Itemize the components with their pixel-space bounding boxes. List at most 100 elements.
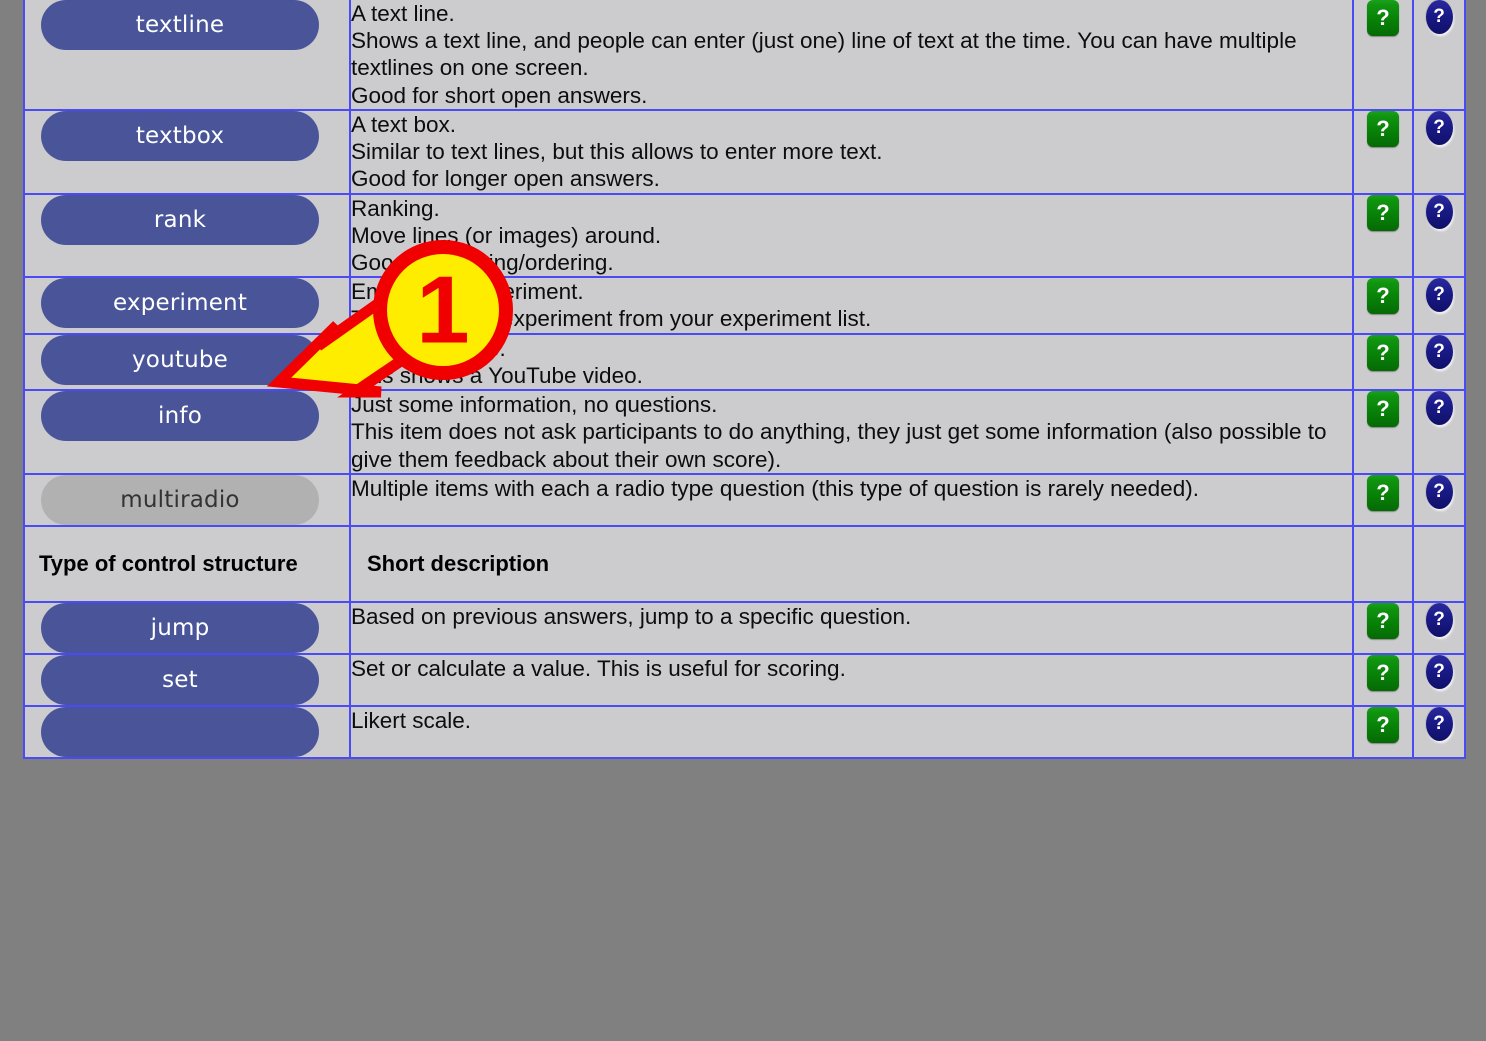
section-header-blue-cell (1412, 524, 1466, 603)
green-question-mark-icon[interactable]: ? (1367, 334, 1399, 371)
item-type-button-youtube[interactable]: youtube (41, 334, 319, 385)
description-line: A text line. (351, 1, 455, 26)
blue-question-mark-icon[interactable]: ? (1425, 194, 1453, 229)
control-type-button-likert[interactable] (41, 706, 319, 757)
section-header-spacer (1354, 527, 1412, 599)
help-cell-green-info: ? (1352, 389, 1414, 475)
help-cell-green-textbox: ? (1352, 108, 1414, 195)
section-header-row: Type of control structure Short descript… (23, 524, 1466, 603)
item-description-experiment: Embedded experiment. This shows an exper… (349, 276, 1354, 335)
help-cell-green-rank: ? (1352, 192, 1414, 279)
description-line: Based on previous answers, jump to a spe… (351, 603, 912, 629)
blue-question-mark-icon[interactable]: ? (1425, 110, 1453, 145)
help-cell-green-set: ? (1352, 652, 1414, 707)
table-row: jump Based on previous answers, jump to … (23, 600, 1466, 655)
green-question-mark-icon[interactable]: ? (1367, 706, 1399, 743)
item-type-button-experiment[interactable]: experiment (41, 278, 319, 329)
help-cell-blue-info: ? (1412, 389, 1466, 475)
item-description-rank: Ranking. Move lines (or images) around. … (349, 192, 1354, 279)
table-row: youtube YouTube video. This shows a YouT… (23, 332, 1466, 392)
blue-question-mark-icon[interactable]: ? (1425, 602, 1453, 637)
green-question-mark-icon[interactable]: ? (1367, 0, 1399, 36)
description-line: Good for short open answers. (351, 82, 648, 108)
help-cell-green-textline: ? (1352, 0, 1414, 111)
section-header-type-cell: Type of control structure (23, 524, 351, 603)
item-type-cell-multiradio: multiradio (23, 472, 351, 527)
section-header-spacer (1414, 527, 1464, 599)
help-cell-green-likert: ? (1352, 704, 1414, 759)
item-type-button-textbox[interactable]: textbox (41, 110, 319, 161)
table-row: set Set or calculate a value. This is us… (23, 652, 1466, 707)
item-type-button-multiradio[interactable]: multiradio (41, 474, 319, 525)
table-row: experiment Embedded experiment. This sho… (23, 276, 1466, 335)
item-type-cell-experiment: experiment (23, 276, 351, 335)
control-type-button-jump[interactable]: jump (41, 602, 319, 653)
description-line: YouTube video. (351, 335, 506, 361)
help-cell-blue-set: ? (1412, 652, 1466, 707)
item-description-info: Just some information, no questions. Thi… (349, 389, 1354, 475)
description-line: Just some information, no questions. (351, 392, 718, 418)
green-question-mark-icon[interactable]: ? (1367, 278, 1399, 315)
table-row: textbox A text box. Similar to text line… (23, 108, 1466, 195)
help-cell-blue-textline: ? (1412, 0, 1466, 111)
control-description-likert: Likert scale. (349, 704, 1354, 759)
section-header-description-cell: Short description (349, 524, 1354, 603)
green-question-mark-icon[interactable]: ? (1367, 391, 1399, 428)
blue-question-mark-icon[interactable]: ? (1425, 474, 1453, 509)
item-type-cell-textbox: textbox (23, 108, 351, 195)
table-row: textline A text line. Shows a text line,… (23, 0, 1466, 111)
item-type-reference-table: textline A text line. Shows a text line,… (23, 0, 1466, 759)
description-line: Good for ranking/ordering. (351, 249, 614, 275)
green-question-mark-icon[interactable]: ? (1367, 474, 1399, 511)
item-type-reference-table-wrapper: textline A text line. Shows a text line,… (23, 0, 1466, 759)
description-line: Embedded experiment. (351, 279, 584, 305)
item-description-youtube: YouTube video. This shows a YouTube vide… (349, 332, 1354, 392)
item-type-button-textline[interactable]: textline (41, 0, 319, 50)
help-cell-green-multiradio: ? (1352, 472, 1414, 527)
help-cell-green-jump: ? (1352, 600, 1414, 655)
item-type-button-info[interactable]: info (41, 391, 319, 442)
green-question-mark-icon[interactable]: ? (1367, 602, 1399, 639)
description-line: This item does not ask participants to d… (351, 419, 1327, 472)
green-question-mark-icon[interactable]: ? (1367, 194, 1399, 231)
description-line: Good for longer open answers. (351, 166, 660, 192)
item-type-button-rank[interactable]: rank (41, 194, 319, 245)
blue-question-mark-icon[interactable]: ? (1425, 706, 1453, 741)
blue-question-mark-icon[interactable]: ? (1425, 278, 1453, 313)
item-type-cell-info: info (23, 389, 351, 475)
green-question-mark-icon[interactable]: ? (1367, 110, 1399, 147)
blue-question-mark-icon[interactable]: ? (1425, 0, 1453, 34)
help-cell-blue-likert: ? (1412, 704, 1466, 759)
description-line: A text box. (351, 111, 457, 137)
table-row: multiradio Multiple items with each a ra… (23, 472, 1466, 527)
item-type-cell-textline: textline (23, 0, 351, 111)
description-line: Likert scale. (351, 707, 472, 733)
description-line: This shows an experiment from your exper… (351, 306, 872, 332)
help-cell-blue-experiment: ? (1412, 276, 1466, 335)
item-type-cell-rank: rank (23, 192, 351, 279)
help-cell-blue-jump: ? (1412, 600, 1466, 655)
column-header-description: Short description (367, 550, 550, 576)
control-description-set: Set or calculate a value. This is useful… (349, 652, 1354, 707)
description-line: Ranking. (351, 195, 440, 221)
control-type-cell-jump: jump (23, 600, 351, 655)
blue-question-mark-icon[interactable]: ? (1425, 391, 1453, 426)
page-surface: textline A text line. Shows a text line,… (0, 0, 1486, 1041)
help-cell-green-experiment: ? (1352, 276, 1414, 335)
item-description-textbox: A text box. Similar to text lines, but t… (349, 108, 1354, 195)
control-type-button-set[interactable]: set (41, 654, 319, 705)
control-description-jump: Based on previous answers, jump to a spe… (349, 600, 1354, 655)
description-line: Set or calculate a value. This is useful… (351, 655, 846, 681)
control-type-cell-likert (23, 704, 351, 759)
description-line: Similar to text lines, but this allows t… (351, 139, 883, 165)
help-cell-blue-youtube: ? (1412, 332, 1466, 392)
table-row: rank Ranking. Move lines (or images) aro… (23, 192, 1466, 279)
help-cell-green-youtube: ? (1352, 332, 1414, 392)
description-line: Multiple items with each a radio type qu… (351, 475, 1199, 501)
table-row: info Just some information, no questions… (23, 389, 1466, 475)
help-cell-blue-textbox: ? (1412, 108, 1466, 195)
section-header-green-cell (1352, 524, 1414, 603)
blue-question-mark-icon[interactable]: ? (1425, 654, 1453, 689)
blue-question-mark-icon[interactable]: ? (1425, 334, 1453, 369)
green-question-mark-icon[interactable]: ? (1367, 654, 1399, 691)
